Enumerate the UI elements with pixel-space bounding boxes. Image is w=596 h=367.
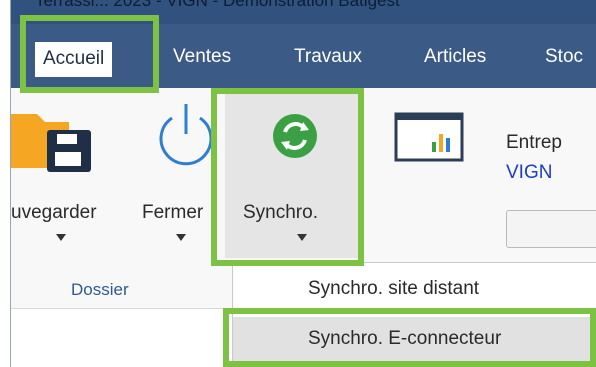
menu-item-synchro-site-distant[interactable]: Synchro. site distant (233, 267, 596, 313)
menu-articles[interactable]: Articles (424, 46, 486, 68)
sync-caret-icon (297, 234, 307, 241)
dd-label-e-connecteur: Synchro. E-connecteur (308, 328, 502, 349)
title-bar: Terrassi... 2023 - VIGN - Démonstration … (11, 0, 596, 24)
menu-travaux[interactable]: Travaux (294, 46, 362, 68)
menu-item-synchro-e-connecteur[interactable]: Synchro. E-connecteur (233, 317, 596, 363)
save-button[interactable]: uvegarder (11, 88, 136, 258)
sync-label: Synchro. (243, 202, 318, 223)
power-icon (159, 104, 213, 166)
company-value: VIGN (506, 162, 553, 183)
dd-label-site-distant: Synchro. site distant (308, 278, 480, 299)
company-label: Entrep (506, 132, 562, 153)
menu-ventes[interactable]: Ventes (173, 46, 231, 68)
menu-stock[interactable]: Stoc (545, 46, 583, 68)
sync-icon (273, 114, 317, 158)
close-file-button[interactable]: Fermer (136, 88, 221, 258)
sync-dropdown-menu: Synchro. site distant Synchro. E-connect… (232, 262, 596, 367)
save-label: uvegarder (11, 202, 97, 223)
window-title: Terrassi... 2023 - VIGN - Démonstration … (35, 0, 400, 10)
close-label: Fermer (142, 202, 204, 223)
app-window: Terrassi... 2023 - VIGN - Démonstration … (10, 0, 596, 367)
close-caret-icon (176, 234, 186, 241)
report-button[interactable] (394, 112, 464, 162)
folder-save-icon (11, 114, 91, 172)
sync-button[interactable]: Synchro. (225, 88, 363, 258)
group-dossier-label: Dossier (71, 280, 129, 299)
menu-bar: Accueil Ventes Travaux Articles Stoc (11, 24, 596, 88)
report-chart-icon (394, 112, 464, 162)
save-caret-icon (56, 234, 66, 241)
menu-accueil[interactable]: Accueil (35, 42, 113, 77)
company-field[interactable] (506, 210, 596, 248)
